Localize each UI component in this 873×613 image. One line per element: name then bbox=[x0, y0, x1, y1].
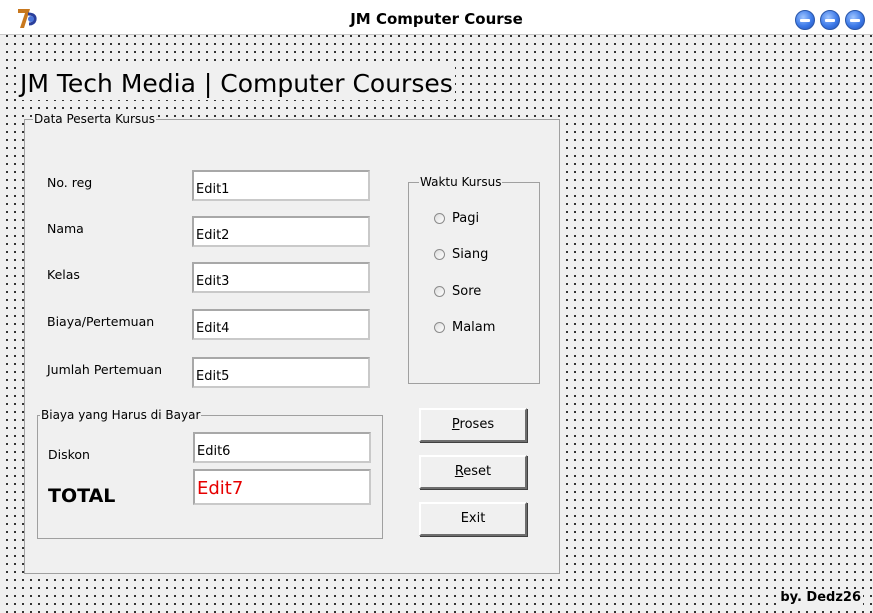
radio-sore[interactable]: Sore bbox=[434, 284, 481, 299]
proses-button[interactable]: Proses bbox=[419, 408, 527, 442]
edit-kelas[interactable] bbox=[192, 262, 370, 293]
edit-diskon[interactable] bbox=[193, 432, 371, 463]
radio-label-sore: Sore bbox=[452, 284, 482, 299]
label-total: TOTAL bbox=[48, 485, 116, 507]
radio-label-malam: Malam bbox=[452, 320, 496, 335]
window-title: JM Computer Course bbox=[350, 10, 523, 28]
label-no-reg: No. reg bbox=[47, 175, 93, 190]
label-biaya-pertemuan: Biaya/Pertemuan bbox=[47, 314, 155, 329]
group-waktu-kursus: Waktu Kursus Pagi Siang Sore Malam bbox=[408, 174, 540, 384]
reset-button[interactable]: Reset bbox=[419, 455, 527, 489]
exit-label: Exit bbox=[460, 511, 486, 526]
edit-jumlah-pertemuan[interactable] bbox=[192, 357, 370, 388]
group-caption-waktu-kursus: Waktu Kursus bbox=[419, 174, 503, 190]
maximize-button[interactable] bbox=[820, 10, 840, 30]
proses-mnemonic: P bbox=[451, 417, 460, 432]
exit-button[interactable]: Exit bbox=[419, 502, 527, 536]
page-title: JM Tech Media | Computer Courses bbox=[18, 67, 455, 100]
label-nama: Nama bbox=[47, 221, 84, 236]
group-biaya-bayar: Biaya yang Harus di Bayar Diskon TOTAL bbox=[37, 407, 383, 539]
radio-label-siang: Siang bbox=[452, 247, 489, 262]
radio-circle[interactable] bbox=[434, 322, 445, 333]
radio-siang[interactable]: Siang bbox=[434, 247, 488, 262]
minimize-button[interactable] bbox=[795, 10, 815, 30]
radio-circle[interactable] bbox=[434, 286, 445, 297]
edit-no-reg[interactable] bbox=[192, 170, 370, 201]
reset-mnemonic: R bbox=[454, 464, 464, 479]
title-bar[interactable]: JM Computer Course bbox=[0, 0, 873, 34]
label-diskon: Diskon bbox=[48, 447, 90, 462]
edit-biaya-pertemuan[interactable] bbox=[192, 309, 370, 340]
form-canvas: JM Tech Media | Computer Courses Data Pe… bbox=[0, 34, 873, 613]
group-caption-data-peserta: Data Peserta Kursus bbox=[33, 111, 157, 127]
label-jumlah-pertemuan: Jumlah Pertemuan bbox=[47, 362, 163, 377]
radio-label-pagi: Pagi bbox=[452, 211, 480, 226]
credit-label: by. Dedz26 bbox=[778, 590, 863, 605]
radio-pagi[interactable]: Pagi bbox=[434, 211, 479, 226]
proses-label: roses bbox=[459, 417, 495, 432]
reset-label: eset bbox=[463, 464, 492, 479]
edit-total[interactable] bbox=[193, 469, 371, 505]
label-kelas: Kelas bbox=[47, 267, 80, 282]
radio-malam[interactable]: Malam bbox=[434, 320, 495, 335]
radio-circle[interactable] bbox=[434, 249, 445, 260]
close-button[interactable] bbox=[845, 10, 865, 30]
group-caption-biaya-bayar: Biaya yang Harus di Bayar bbox=[40, 407, 202, 423]
radio-circle[interactable] bbox=[434, 213, 445, 224]
edit-nama[interactable] bbox=[192, 216, 370, 247]
